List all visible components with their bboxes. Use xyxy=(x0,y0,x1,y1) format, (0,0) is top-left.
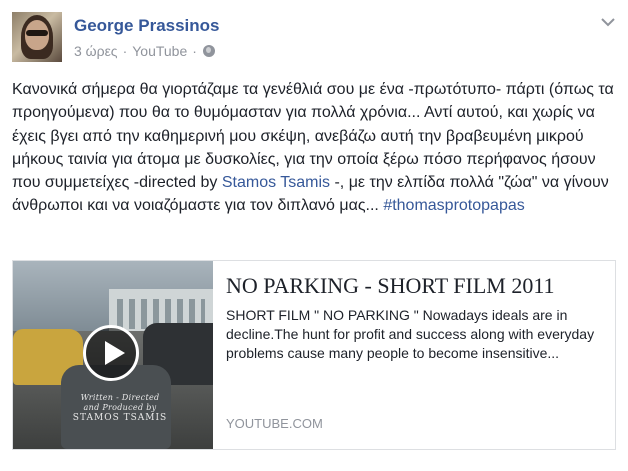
play-icon xyxy=(105,341,125,365)
link-preview-card[interactable]: Written - Directed and Produced by STAMO… xyxy=(12,260,616,450)
post-text: Κανονικά σήμερα θα γιορτάζαμε τα γενέθλι… xyxy=(12,78,616,218)
post-header: George Prassinos 3 ώρες · YouTube · xyxy=(12,12,616,62)
link-description: SHORT FILM " NO PARKING " Nowadays ideal… xyxy=(226,307,595,361)
avatar[interactable] xyxy=(12,12,62,62)
avatar-sunglasses xyxy=(26,30,48,36)
post-timestamp[interactable]: 3 ώρες xyxy=(74,43,118,59)
thumbnail-credits: Written - Directed and Produced by STAMO… xyxy=(55,393,185,423)
credits-line: STAMOS TSAMIS xyxy=(72,413,168,423)
play-button[interactable] xyxy=(83,325,139,381)
link-domain: YOUTUBE.COM xyxy=(226,416,323,431)
link-card-body[interactable]: NO PARKING - SHORT FILM 2011 SHORT FILM … xyxy=(226,261,606,449)
link-title[interactable]: NO PARKING - SHORT FILM 2011 xyxy=(226,273,606,299)
post-meta: 3 ώρες · YouTube · xyxy=(74,43,215,59)
mention-link[interactable]: Stamos Tsamis xyxy=(222,174,330,191)
video-thumbnail[interactable]: Written - Directed and Produced by STAMO… xyxy=(13,261,213,449)
author-name[interactable]: George Prassinos xyxy=(74,16,220,36)
globe-icon[interactable] xyxy=(202,45,215,57)
chevron-down-icon[interactable] xyxy=(600,16,616,28)
hashtag-link[interactable]: #thomasprotopapas xyxy=(383,197,524,214)
credits-line: Written - Directed xyxy=(80,393,160,402)
meta-separator: · xyxy=(192,43,197,59)
meta-separator: · xyxy=(122,43,128,59)
credits-line: and Produced by xyxy=(83,403,157,412)
post-source[interactable]: YouTube xyxy=(132,43,187,59)
